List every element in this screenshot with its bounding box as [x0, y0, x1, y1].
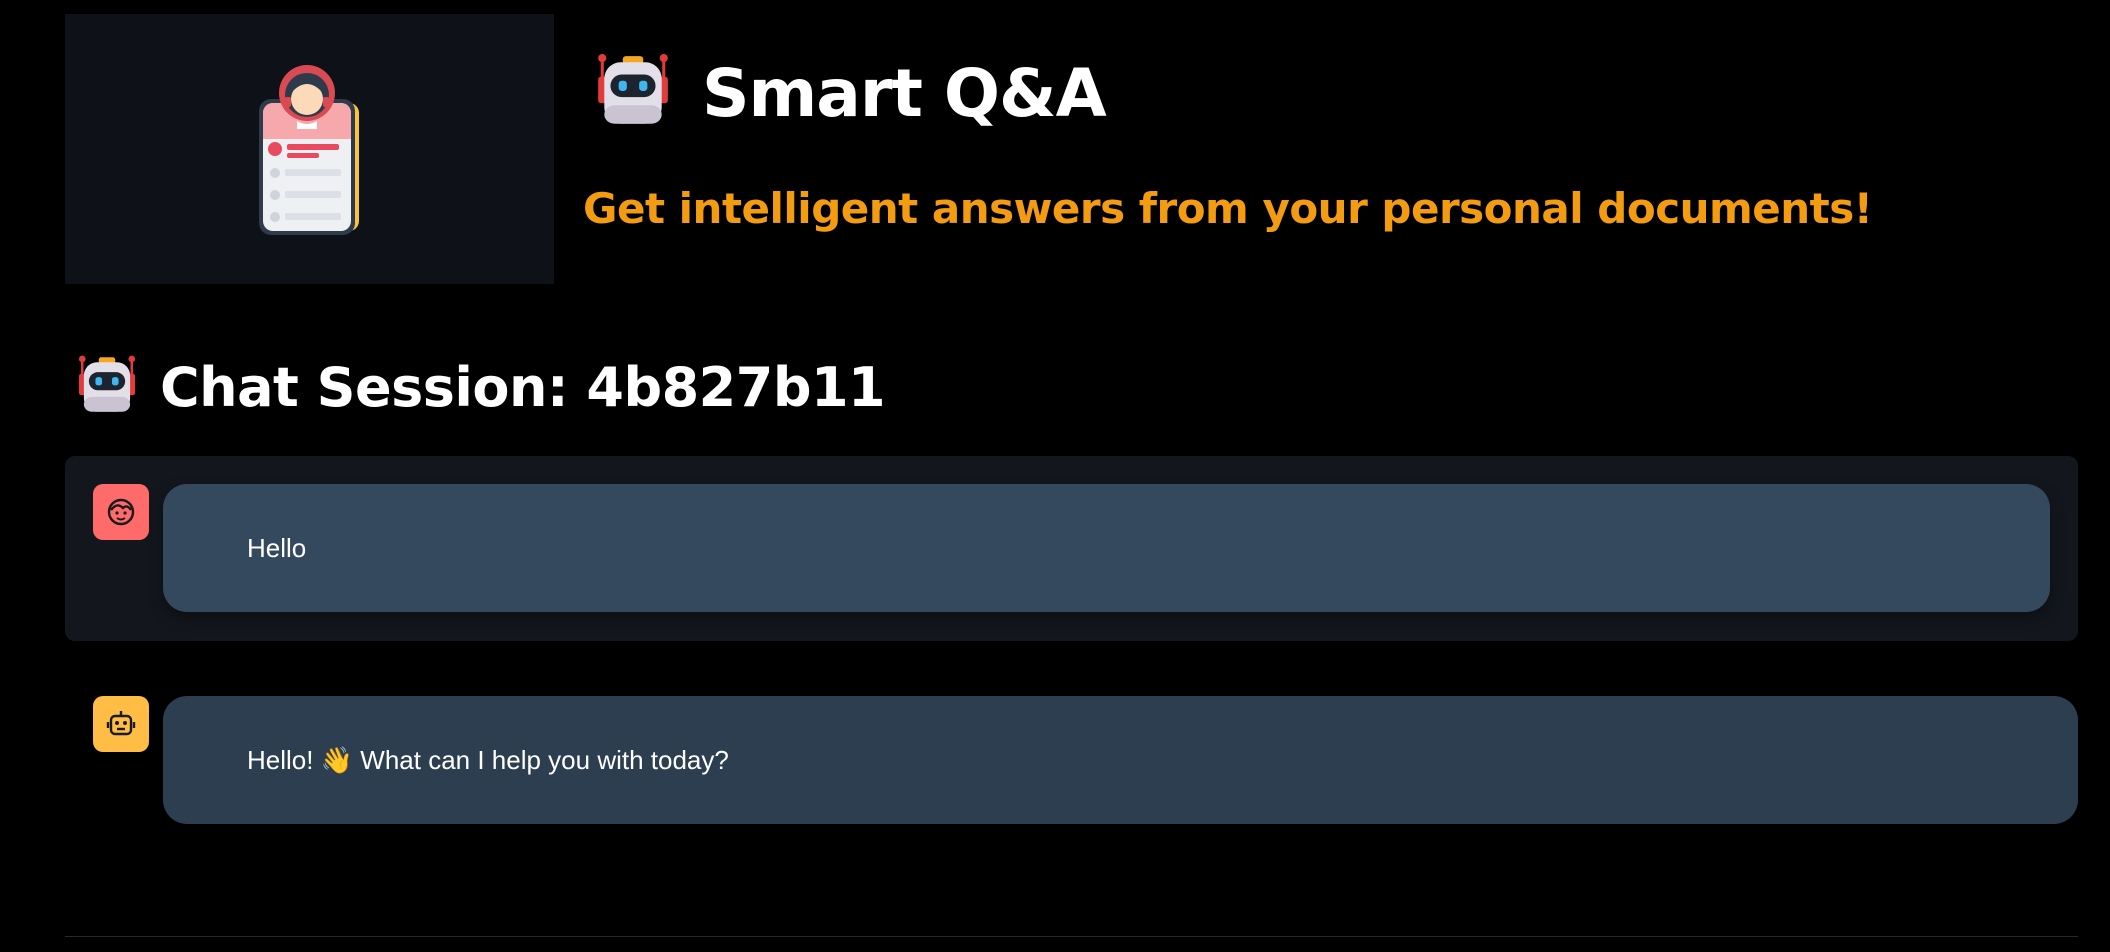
- chat-message-user: Hello: [65, 456, 2078, 641]
- session-title: Chat Session: 4b827b11: [160, 355, 886, 419]
- robot-icon: [598, 54, 668, 124]
- user-message-bubble: Hello: [163, 484, 2050, 612]
- header-logo-image: [65, 14, 554, 284]
- bot-icon: [106, 711, 136, 736]
- support-agent-card-icon: [258, 65, 359, 235]
- chat-message-assistant: Hello! 👋 What can I help you with today?: [65, 668, 2078, 853]
- divider: [65, 936, 2078, 937]
- robot-icon: [78, 355, 136, 412]
- assistant-avatar: [93, 696, 149, 752]
- user-avatar: [93, 484, 149, 540]
- app-page: Smart Q&A Get intelligent answers from y…: [0, 0, 2110, 952]
- app-title: Smart Q&A: [702, 54, 1107, 132]
- user-message-text: Hello: [247, 532, 307, 563]
- assistant-message-text: Hello! 👋 What can I help you with today?: [247, 744, 729, 775]
- session-heading-row: Chat Session: 4b827b11: [74, 354, 886, 420]
- app-subtitle: Get intelligent answers from your person…: [583, 184, 1873, 233]
- user-face-icon: [107, 498, 135, 526]
- assistant-message-bubble: Hello! 👋 What can I help you with today?: [163, 696, 2078, 824]
- app-title-row: Smart Q&A: [592, 52, 1107, 134]
